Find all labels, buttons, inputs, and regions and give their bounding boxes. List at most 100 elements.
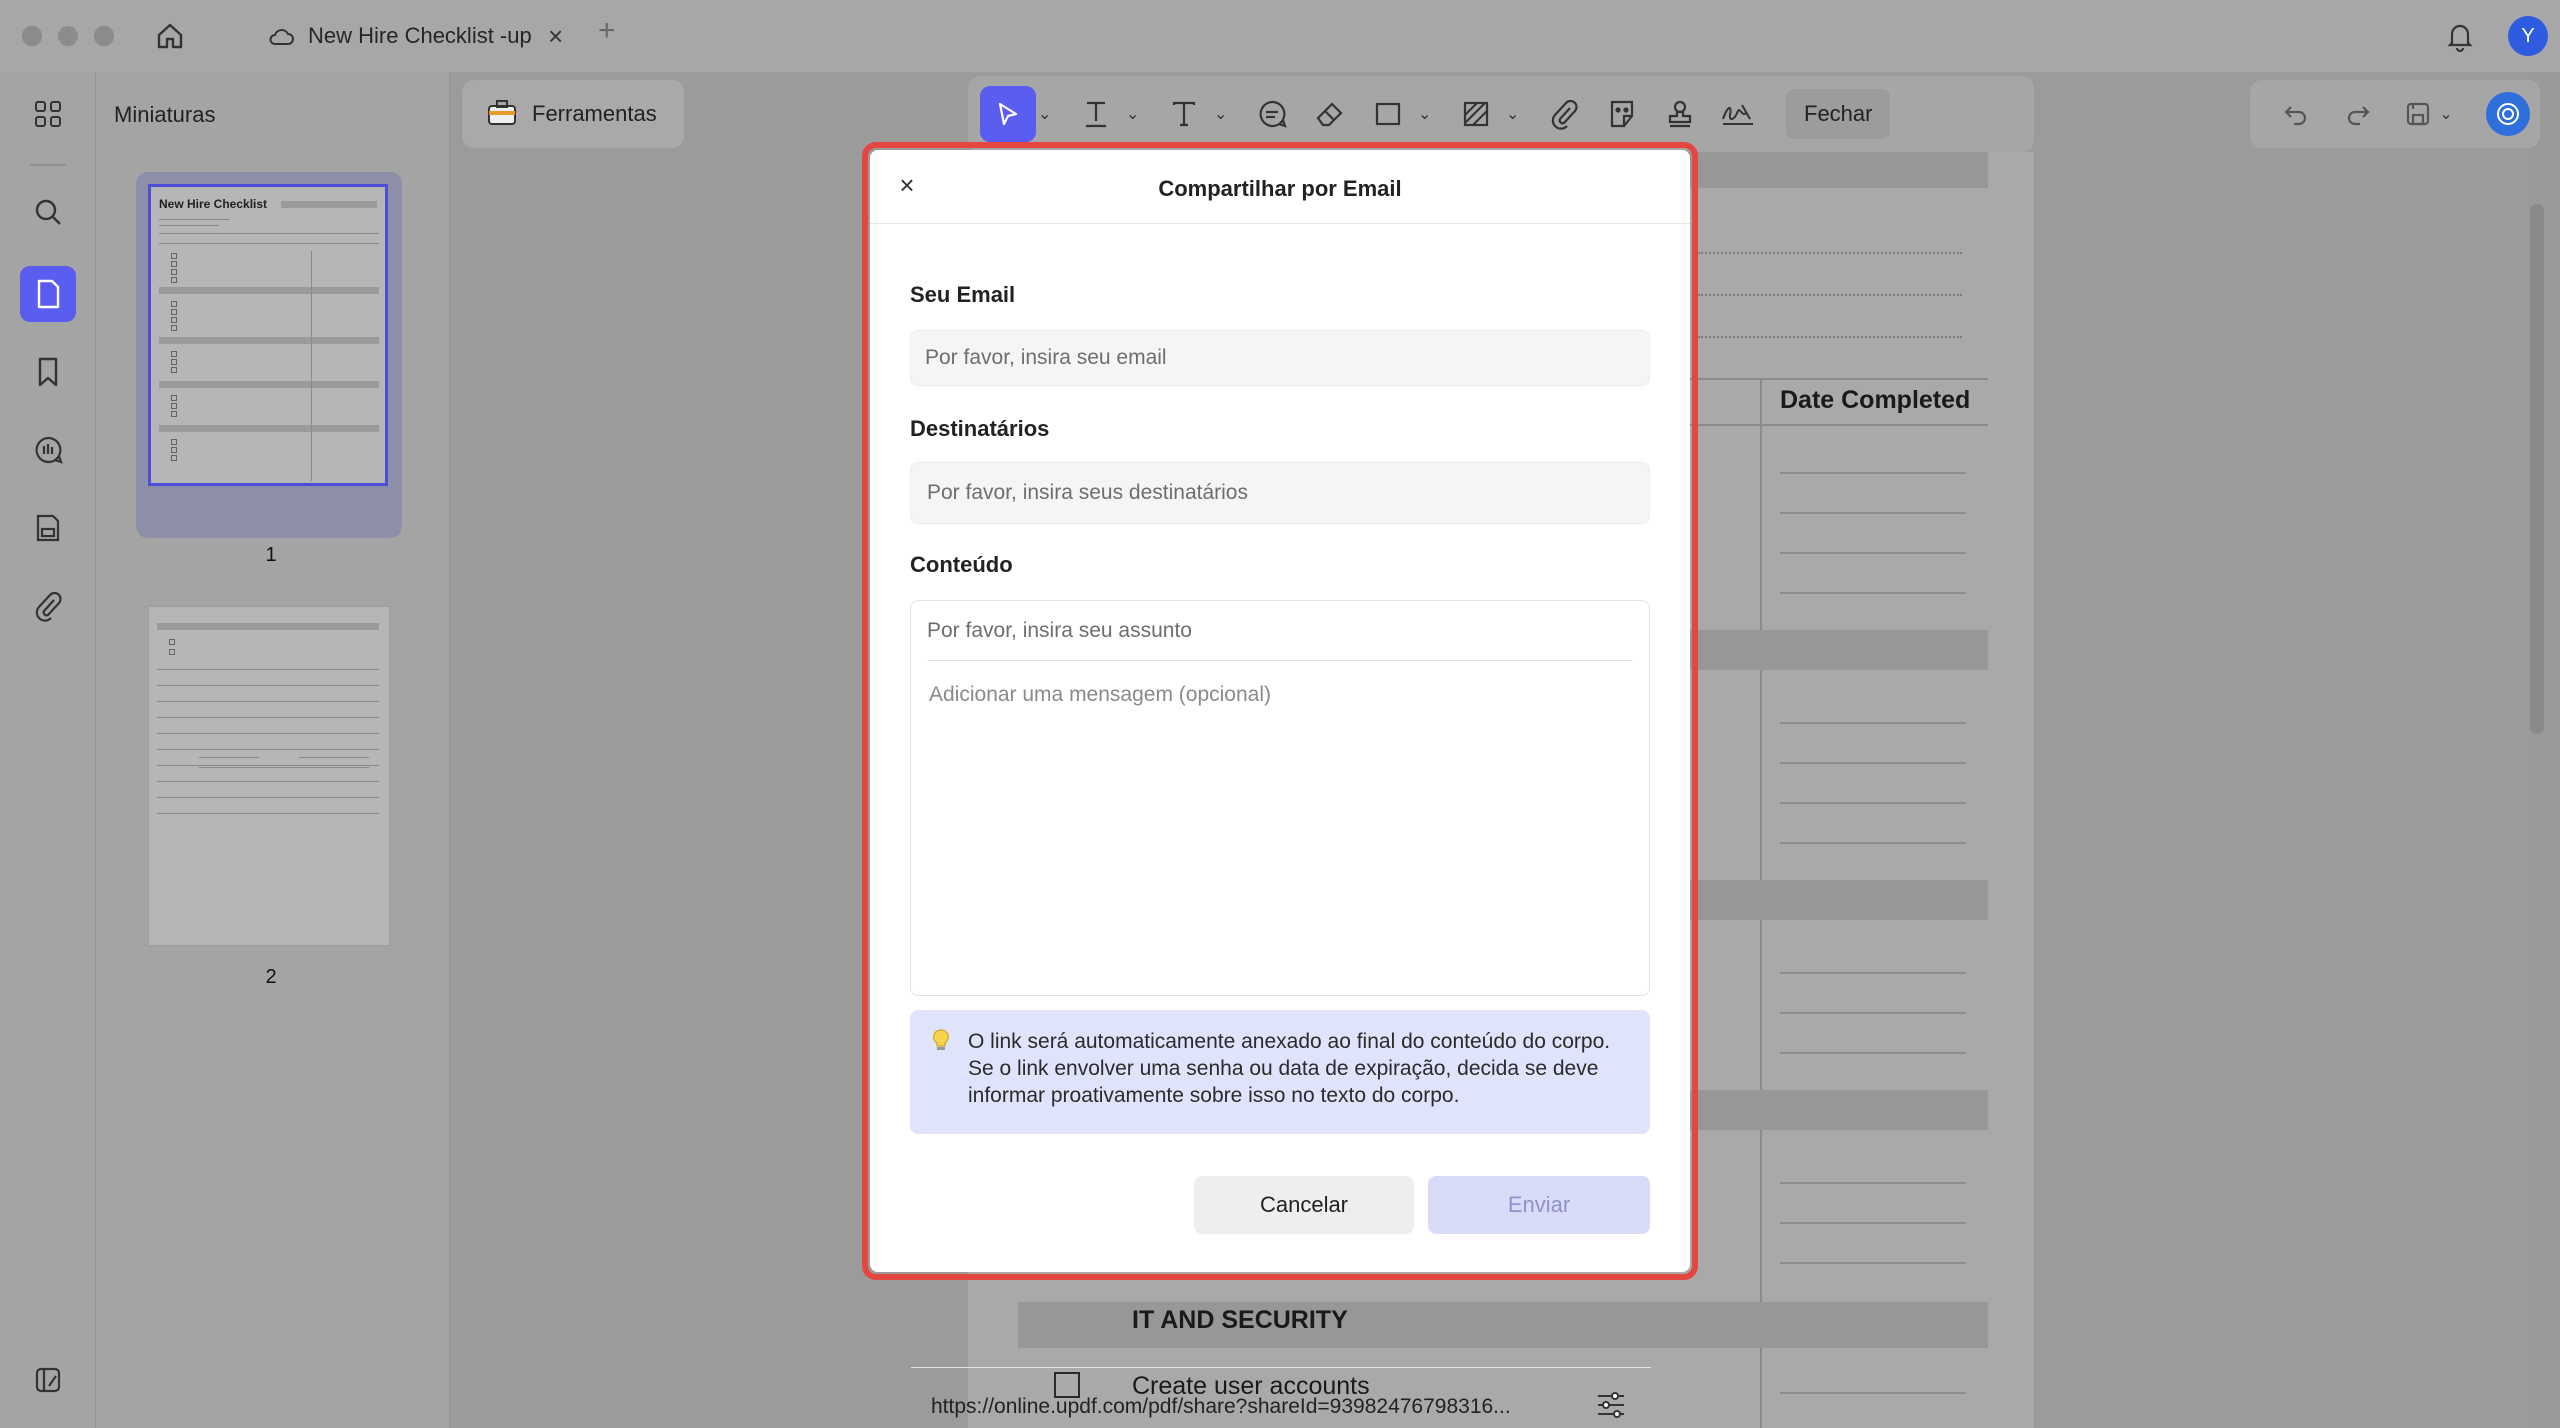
thumb-checkbox bbox=[171, 411, 177, 417]
rail-divider bbox=[30, 164, 66, 166]
page-number-1: 1 bbox=[265, 544, 277, 566]
date-line bbox=[1780, 552, 1966, 554]
ai-assistant-icon[interactable] bbox=[2486, 92, 2530, 136]
document-tab[interactable]: New Hire Checklist -up × bbox=[258, 14, 578, 58]
thumb-checkbox bbox=[171, 269, 177, 275]
comments-icon[interactable] bbox=[26, 428, 70, 472]
thumb-line bbox=[157, 813, 379, 814]
sticker-tool-icon[interactable] bbox=[1594, 86, 1650, 142]
signature-tool-icon[interactable] bbox=[1710, 86, 1766, 142]
window-zoom-control[interactable] bbox=[94, 26, 114, 46]
rectangle-tool-icon[interactable] bbox=[1360, 86, 1416, 142]
tools-button[interactable]: Ferramentas bbox=[462, 80, 684, 148]
save-icon[interactable] bbox=[2400, 96, 2436, 132]
date-completed-header: Date Completed bbox=[1780, 386, 1971, 414]
chevron-down-icon[interactable]: ⌄ bbox=[1418, 104, 1434, 124]
date-line bbox=[1780, 1052, 1966, 1054]
lightbulb-icon bbox=[932, 1028, 950, 1058]
attach-tool-icon[interactable] bbox=[1536, 86, 1592, 142]
dialog-title: Compartilhar por Email bbox=[1158, 176, 1402, 201]
subject-input[interactable]: Por favor, insira seu assunto bbox=[927, 601, 1633, 661]
your-email-input[interactable]: Por favor, insira seu email bbox=[910, 330, 1650, 386]
search-icon[interactable] bbox=[26, 190, 70, 234]
thumb-checkbox bbox=[171, 253, 177, 259]
stamp-tool-icon[interactable] bbox=[1652, 86, 1708, 142]
thumb-line bbox=[299, 757, 369, 758]
text-underline-tool-icon[interactable] bbox=[1068, 86, 1124, 142]
thumb-checkbox bbox=[171, 261, 177, 267]
bell-icon[interactable] bbox=[2442, 18, 2478, 54]
send-button[interactable]: Enviar bbox=[1428, 1176, 1650, 1234]
divider bbox=[911, 1367, 1651, 1368]
thumb-checkbox bbox=[171, 359, 177, 365]
eraser-tool-icon[interactable] bbox=[1302, 86, 1358, 142]
page-thumbnail-1[interactable]: New Hire Checklist bbox=[148, 184, 388, 486]
thumb-line bbox=[157, 717, 379, 718]
thumbnail-page-title: New Hire Checklist bbox=[159, 197, 268, 211]
thumb-line bbox=[157, 701, 379, 702]
thumb-line bbox=[159, 225, 219, 226]
link-settings-icon[interactable] bbox=[1591, 1385, 1631, 1425]
tab-close-icon[interactable]: × bbox=[548, 23, 563, 49]
thumb-line bbox=[157, 797, 379, 798]
redo-icon[interactable] bbox=[2340, 96, 2376, 132]
hatch-fill-tool-icon[interactable] bbox=[1448, 86, 1504, 142]
date-line bbox=[1780, 1222, 1966, 1224]
vertical-scrollbar[interactable] bbox=[2530, 204, 2544, 734]
cancel-button[interactable]: Cancelar bbox=[1194, 1176, 1414, 1234]
window-minimize-control[interactable] bbox=[58, 26, 78, 46]
recipients-input[interactable]: Por favor, insira seus destinatários bbox=[910, 462, 1650, 524]
bookmark-icon[interactable] bbox=[26, 350, 70, 394]
dotted-line bbox=[1698, 336, 1962, 338]
close-edit-button[interactable]: Fechar bbox=[1786, 89, 1891, 139]
thumb-bar bbox=[157, 623, 379, 630]
home-icon[interactable] bbox=[150, 18, 190, 54]
thumbnails-title: Miniaturas bbox=[114, 102, 216, 127]
thumb-bar bbox=[159, 337, 379, 344]
info-text: O link será automaticamente anexado ao f… bbox=[968, 1030, 1611, 1107]
content-label: Conteúdo bbox=[910, 552, 1013, 577]
window-close-control[interactable] bbox=[22, 26, 42, 46]
date-line bbox=[1780, 1262, 1966, 1264]
thumb-line bbox=[311, 251, 312, 481]
thumb-checkbox bbox=[171, 317, 177, 323]
date-line bbox=[1780, 722, 1966, 724]
attachment-icon[interactable] bbox=[26, 584, 70, 628]
thumb-line bbox=[159, 233, 379, 234]
chevron-down-icon[interactable]: ⌄ bbox=[2436, 96, 2456, 132]
form-pages-icon[interactable] bbox=[26, 506, 70, 550]
thumb-bar bbox=[159, 381, 379, 388]
thumb-checkbox bbox=[171, 395, 177, 401]
info-notice: O link será automaticamente anexado ao f… bbox=[910, 1010, 1650, 1134]
comment-tool-icon[interactable] bbox=[1244, 86, 1300, 142]
text-tool-icon[interactable] bbox=[1156, 86, 1212, 142]
thumb-checkbox bbox=[171, 351, 177, 357]
date-line bbox=[1780, 512, 1966, 514]
apps-grid-icon[interactable] bbox=[26, 92, 70, 136]
user-avatar[interactable]: Y bbox=[2508, 16, 2548, 56]
sidebar-toggle-icon[interactable] bbox=[26, 1358, 70, 1402]
thumb-line bbox=[159, 219, 229, 220]
thumb-checkbox bbox=[171, 301, 177, 307]
chevron-down-icon[interactable]: ⌄ bbox=[1506, 104, 1522, 124]
thumb-checkbox bbox=[171, 325, 177, 331]
chevron-down-icon[interactable]: ⌄ bbox=[1126, 104, 1142, 124]
chevron-down-icon[interactable]: ⌄ bbox=[1214, 104, 1230, 124]
thumb-checkbox bbox=[171, 439, 177, 445]
select-tool-icon[interactable] bbox=[980, 86, 1036, 142]
thumb-checkbox bbox=[171, 403, 177, 409]
date-line bbox=[1780, 972, 1966, 974]
thumb-bar bbox=[159, 287, 379, 294]
share-link-text[interactable]: https://online.updf.com/pdf/share?shareI… bbox=[931, 1395, 1571, 1419]
thumb-checkbox bbox=[171, 309, 177, 315]
dotted-line bbox=[1698, 294, 1962, 296]
thumb-checkbox bbox=[171, 455, 177, 461]
page-thumbnail-2[interactable] bbox=[148, 606, 390, 946]
message-textarea[interactable]: Adicionar uma mensagem (opcional) bbox=[929, 683, 1271, 707]
undo-icon[interactable] bbox=[2278, 96, 2314, 132]
new-tab-button[interactable]: + bbox=[598, 16, 616, 46]
chevron-down-icon[interactable]: ⌄ bbox=[1038, 104, 1054, 124]
annotation-toolbar: ⌄ ⌄ ⌄ ⌄ ⌄ Fechar bbox=[968, 76, 2034, 152]
thumbnails-icon[interactable] bbox=[20, 266, 76, 322]
recipients-label: Destinatários bbox=[910, 416, 1050, 441]
